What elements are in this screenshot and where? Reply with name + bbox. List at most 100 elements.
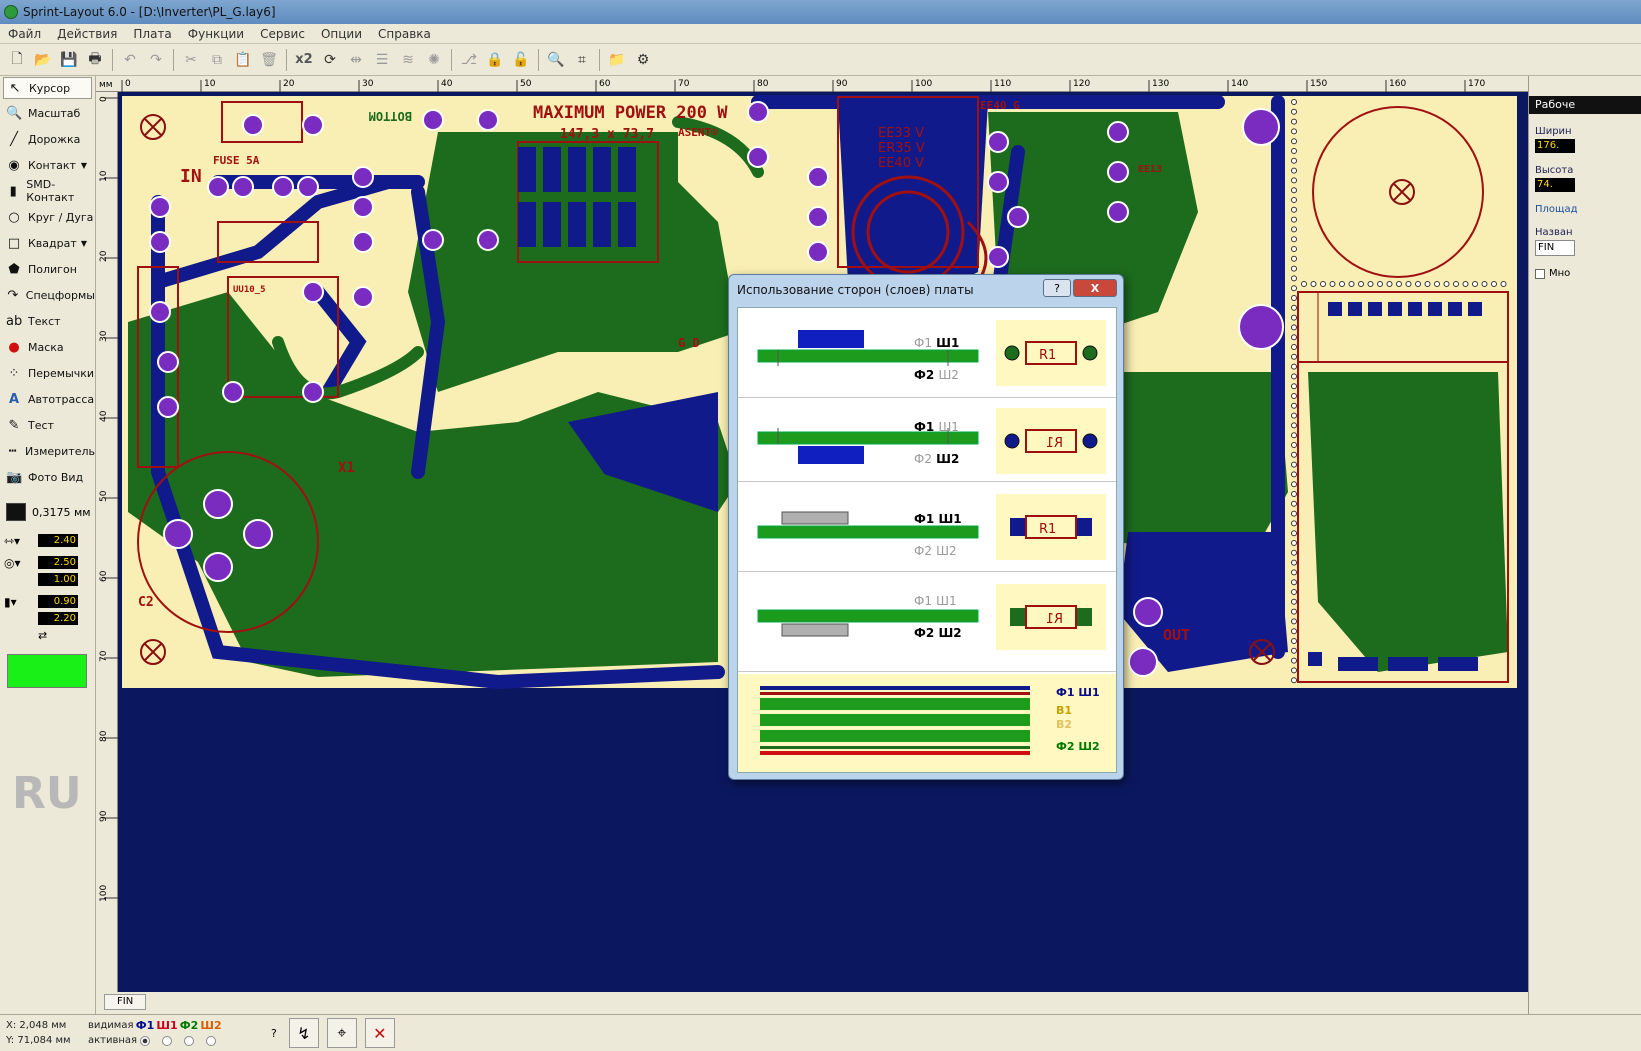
width-value[interactable]: 176.: [1535, 139, 1575, 153]
print-icon[interactable]: 🖶: [84, 49, 106, 71]
dialog-close-button[interactable]: X: [1073, 279, 1117, 297]
lock-icon[interactable]: 🔒: [484, 49, 506, 71]
board-sides-dialog: Использование сторон (слоев) платы ? X Ф…: [728, 274, 1124, 780]
tool-zoom[interactable]: 🔍 Масштаб: [0, 100, 95, 126]
height-value[interactable]: 74.: [1535, 178, 1575, 192]
tool-measure[interactable]: ┅ Измеритель: [0, 438, 95, 464]
zoom-icon[interactable]: 🔍: [545, 49, 567, 71]
layer-f1-toggle[interactable]: Ф1: [134, 1019, 156, 1032]
square-icon: □: [7, 235, 21, 251]
drc-button[interactable]: ✕: [364, 1018, 395, 1048]
smd-width-input[interactable]: 0.90: [38, 595, 78, 608]
dialog-help-button[interactable]: ?: [1043, 279, 1071, 297]
tool-pad[interactable]: ◉ Контакт ▼: [0, 152, 95, 178]
layer-f2-toggle[interactable]: Ф2: [178, 1019, 200, 1032]
layer-option-bottom-tht[interactable]: Ф1 Ш1 Ф2 Ш2 R1: [738, 398, 1116, 482]
chevron-down-icon[interactable]: ▼: [81, 239, 87, 248]
header-pin: [1291, 559, 1297, 566]
tool-mask[interactable]: ● Маска: [0, 334, 95, 360]
label-s1: Ш1: [938, 420, 959, 434]
tool-text[interactable]: ab Текст: [0, 308, 95, 334]
layer-s1-toggle[interactable]: Ш1: [156, 1019, 178, 1032]
header-pin: [1462, 281, 1469, 287]
active-f1-radio[interactable]: [140, 1035, 150, 1046]
menu-functions[interactable]: Функции: [180, 27, 252, 41]
align-icon[interactable]: ☰: [371, 49, 393, 71]
grid-selector[interactable]: 0,3175 мм: [0, 498, 95, 526]
route-mode-button[interactable]: ↯: [288, 1018, 319, 1048]
y-label: Y:: [6, 1035, 15, 1046]
tab-fin[interactable]: FIN: [104, 994, 147, 1010]
undo-icon[interactable]: ↶: [119, 49, 141, 71]
color-swatch[interactable]: [7, 654, 87, 688]
tool-circle[interactable]: ○ Круг / Дуга: [0, 204, 95, 230]
tool-autoroute[interactable]: A Автотрасса: [0, 386, 95, 412]
menu-actions[interactable]: Действия: [49, 27, 125, 41]
swap-icon[interactable]: ⇄: [38, 629, 47, 642]
menu-service[interactable]: Сервис: [252, 27, 313, 41]
delete-icon[interactable]: 🗑: [258, 49, 280, 71]
pad-inner-input[interactable]: 1.00: [38, 573, 78, 586]
pad-outer-input[interactable]: 2.50: [38, 556, 78, 569]
active-s2-radio[interactable]: [206, 1035, 216, 1046]
paste-icon[interactable]: 📋: [232, 49, 254, 71]
name-input[interactable]: FIN: [1535, 240, 1575, 256]
area-label[interactable]: Площад: [1529, 204, 1641, 215]
pcb-canvas[interactable]: MAXIMUM POWER 200 W 147,3 x 73,7 ASENT® …: [118, 92, 1528, 992]
tool-cursor[interactable]: ↖ Курсор: [3, 77, 92, 99]
tool-test[interactable]: ✎ Тест: [0, 412, 95, 438]
pad-drill-row: 1.00: [0, 571, 95, 588]
active-s1-radio[interactable]: [162, 1035, 172, 1046]
tool-smd-pad[interactable]: ▮ SMD-Контакт: [0, 178, 95, 204]
menu-options[interactable]: Опции: [313, 27, 370, 41]
group-icon[interactable]: ⎇: [458, 49, 480, 71]
label-s1: Ш1: [938, 512, 962, 526]
chevron-down-icon[interactable]: ▼: [81, 161, 87, 170]
name-label: Назван: [1535, 227, 1573, 238]
save-icon[interactable]: 💾: [58, 49, 80, 71]
header-pin: [1291, 236, 1297, 243]
ruler-top-scale: мм 0 10 20 30 40 50 60 70 80 90 100 110 120 130 140 150…: [99, 79, 1485, 92]
active-f2-radio[interactable]: [184, 1035, 194, 1046]
menu-help[interactable]: Справка: [370, 27, 439, 41]
menu-file[interactable]: Файл: [0, 27, 49, 41]
checkbox-box[interactable]: [1535, 268, 1545, 279]
rotate-icon[interactable]: ⟳: [319, 49, 341, 71]
copy-icon[interactable]: ⧉: [206, 49, 228, 71]
mirror-h-icon[interactable]: ⇹: [345, 49, 367, 71]
snap-icon[interactable]: ✺: [423, 49, 445, 71]
distribute-icon[interactable]: ≋: [397, 49, 419, 71]
label-f1: Ф1: [914, 512, 935, 526]
layer-s2-toggle[interactable]: Ш2: [200, 1019, 222, 1032]
open-file-icon[interactable]: 📂: [32, 49, 54, 71]
snap-button[interactable]: ⌖: [326, 1018, 357, 1048]
tool-square[interactable]: □ Квадрат ▼: [0, 230, 95, 256]
gear-icon[interactable]: ⚙: [632, 49, 654, 71]
import-icon[interactable]: 📁: [606, 49, 628, 71]
layer-option-top-tht[interactable]: Ф1 Ш1 Ф2 Ш2 R1: [738, 308, 1116, 398]
app-logo-icon: [4, 5, 18, 19]
new-file-icon[interactable]: 🗋: [6, 49, 28, 71]
help-button[interactable]: ?: [271, 1027, 277, 1040]
ruler-tick-label: 0: [125, 79, 131, 89]
menu-board[interactable]: Плата: [125, 27, 179, 41]
smd-height-input[interactable]: 2.20: [38, 612, 78, 625]
tool-special-forms[interactable]: ↷ Спецформы: [0, 282, 95, 308]
unlock-icon[interactable]: 🔓: [510, 49, 532, 71]
multi-checkbox[interactable]: Мно: [1529, 268, 1641, 279]
tool-track[interactable]: ╱ Дорожка: [0, 126, 95, 152]
tool-photo-view[interactable]: 📷 Фото Вид: [0, 464, 95, 490]
layer-option-bottom-smd[interactable]: Ф1 Ш1 Ф2 Ш2 R1: [738, 572, 1116, 672]
cut-icon[interactable]: ✂: [180, 49, 202, 71]
header-pin: [1434, 281, 1440, 287]
x-label: X:: [6, 1020, 17, 1031]
ruler-tick-label: 100: [99, 885, 109, 902]
tool-polygon[interactable]: ⬟ Полигон: [0, 256, 95, 282]
crop-icon[interactable]: ⌗: [571, 49, 593, 71]
duplicate-x2-button[interactable]: x2: [293, 49, 315, 71]
redo-icon[interactable]: ↷: [145, 49, 167, 71]
track-width-input[interactable]: 2.40: [38, 534, 78, 547]
layer-option-top-smd[interactable]: Ф1 Ш1 Ф2 Ш2 R1: [738, 482, 1116, 572]
tool-jumper[interactable]: ⁘ Перемычки: [0, 360, 95, 386]
header-pin: [1367, 281, 1374, 287]
